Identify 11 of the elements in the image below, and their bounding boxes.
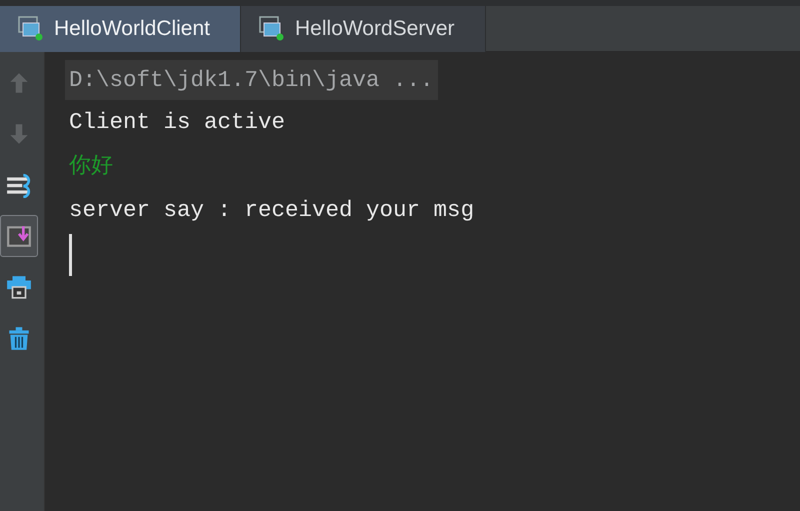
input-line: 你好 <box>69 152 113 180</box>
run-tab[interactable]: HelloWorldClient <box>0 6 242 52</box>
output-line: Client is active <box>69 108 286 137</box>
printer-icon <box>6 274 32 300</box>
console-window-icon <box>259 16 286 42</box>
run-tab[interactable]: HelloWordServer <box>241 6 486 52</box>
output-line: server say : received your msg <box>69 196 474 225</box>
wrap-lines-icon <box>6 172 32 198</box>
console-window-icon <box>18 16 44 42</box>
scroll-to-end-button[interactable] <box>0 215 38 257</box>
text-cursor <box>69 234 72 276</box>
